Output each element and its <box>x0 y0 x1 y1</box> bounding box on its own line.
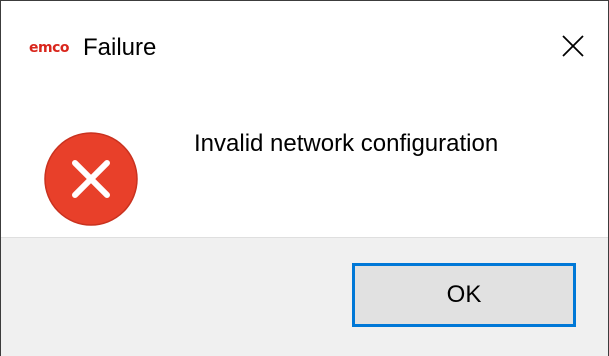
ok-button[interactable]: OK <box>352 263 576 327</box>
dialog-content: Invalid network configuration <box>1 97 608 237</box>
title-bar[interactable]: emco Failure <box>1 1 608 97</box>
button-bar: OK <box>1 237 608 356</box>
close-button[interactable] <box>550 23 596 69</box>
error-dialog: emco Failure Invalid network configurati… <box>0 0 609 356</box>
close-icon <box>562 35 584 57</box>
error-message: Invalid network configuration <box>194 130 499 157</box>
error-icon <box>44 132 138 226</box>
app-logo: emco <box>29 40 70 56</box>
window-title: Failure <box>83 34 157 61</box>
